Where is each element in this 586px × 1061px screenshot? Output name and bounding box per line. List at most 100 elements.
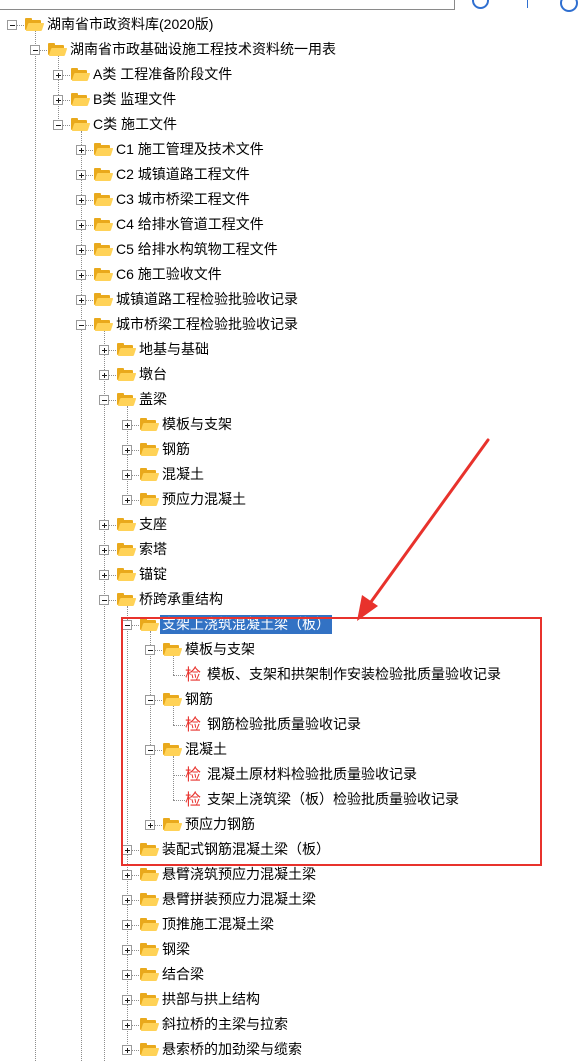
tree-node-label[interactable]: 钢梁 [160, 940, 192, 959]
tree-connector [150, 631, 151, 825]
tree-node-label[interactable]: 盖梁 [137, 390, 169, 409]
expand-toggle-icon[interactable] [122, 1020, 132, 1030]
tree-connector [173, 706, 174, 725]
expand-toggle-icon[interactable] [99, 520, 109, 530]
expand-toggle-icon[interactable] [76, 195, 86, 205]
folder-icon [139, 943, 160, 956]
tree-node-label[interactable]: 模板、支架和拱架制作安装检验批质量验收记录 [205, 665, 503, 684]
tree-node-label[interactable]: 悬臂浇筑预应力混凝土梁 [160, 865, 318, 884]
tree-node-label[interactable]: 支座 [137, 515, 169, 534]
expand-toggle-icon[interactable] [99, 570, 109, 580]
expand-toggle-icon[interactable] [122, 920, 132, 930]
tree-node-label[interactable]: B类 监理文件 [91, 90, 178, 109]
expand-toggle-icon[interactable] [76, 145, 86, 155]
tree-node-label[interactable]: 地基与基础 [137, 340, 211, 359]
tree-node-label[interactable]: 墩台 [137, 365, 169, 384]
expand-toggle-icon[interactable] [122, 870, 132, 880]
expand-toggle-icon[interactable] [122, 845, 132, 855]
tree-node-label[interactable]: 支架上浇筑梁（板）检验批质量验收记录 [205, 790, 461, 809]
tree-node-label[interactable]: 预应力混凝土 [160, 490, 248, 509]
tree-node-label[interactable]: C4 给排水管道工程文件 [114, 215, 266, 234]
folder-icon [139, 468, 160, 481]
tree-node-label[interactable]: 顶推施工混凝土梁 [160, 915, 276, 934]
expand-toggle-icon[interactable] [122, 970, 132, 980]
tree-node-label[interactable]: 模板与支架 [183, 640, 257, 659]
collapse-toggle-icon[interactable] [145, 695, 155, 705]
tree-node-label[interactable]: 混凝土 [183, 740, 229, 759]
collapse-toggle-icon[interactable] [122, 620, 132, 630]
folder-icon [116, 568, 137, 581]
folder-icon [139, 843, 160, 856]
tree-node-label[interactable]: 钢筋检验批质量验收记录 [205, 715, 363, 734]
expand-toggle-icon[interactable] [122, 1045, 132, 1055]
folder-icon [116, 543, 137, 556]
expand-toggle-icon[interactable] [122, 945, 132, 955]
tree-node-label[interactable]: 索塔 [137, 540, 169, 559]
collapse-toggle-icon[interactable] [76, 320, 86, 330]
folder-open-icon [162, 743, 183, 756]
tree-node-label[interactable]: 悬臂拼装预应力混凝土梁 [160, 890, 318, 909]
tree-node-label[interactable]: 预应力钢筋 [183, 815, 257, 834]
expand-toggle-icon[interactable] [122, 995, 132, 1005]
tree-node-label[interactable]: 拱部与拱上结构 [160, 990, 262, 1009]
collapse-toggle-icon[interactable] [145, 745, 155, 755]
tree-node-label[interactable]: A类 工程准备阶段文件 [91, 65, 234, 84]
tree-node-label[interactable]: 锚锭 [137, 565, 169, 584]
expand-toggle-icon[interactable] [99, 545, 109, 555]
tree-node-label[interactable]: 支架上浇筑混凝土梁（板） [160, 615, 332, 634]
tree-node-label[interactable]: 湖南省市政资料库(2020版) [45, 15, 215, 34]
inspection-doc-icon: 检 [185, 765, 202, 784]
expand-toggle-icon[interactable] [76, 295, 86, 305]
tree-connector [173, 725, 185, 726]
collapse-toggle-icon[interactable] [53, 120, 63, 130]
expand-toggle-icon[interactable] [76, 245, 86, 255]
tree-node-label[interactable]: C5 给排水构筑物工程文件 [114, 240, 280, 259]
tree-node-label[interactable]: C2 城镇道路工程文件 [114, 165, 252, 184]
tree-node-label[interactable]: 混凝土 [160, 465, 206, 484]
expand-toggle-icon[interactable] [122, 495, 132, 505]
expand-toggle-icon[interactable] [122, 895, 132, 905]
tree-node-label[interactable]: 斜拉桥的主梁与拉索 [160, 1015, 290, 1034]
expand-toggle-icon[interactable] [122, 445, 132, 455]
expand-toggle-icon[interactable] [122, 420, 132, 430]
collapse-toggle-icon[interactable] [7, 20, 17, 30]
tree-node-label[interactable]: 模板与支架 [160, 415, 234, 434]
tree-node-label[interactable]: C3 城市桥梁工程文件 [114, 190, 252, 209]
tree-connector [173, 775, 185, 776]
tree-node-label[interactable]: 城市桥梁工程检验批验收记录 [114, 315, 300, 334]
folder-open-icon [24, 18, 45, 31]
expand-toggle-icon[interactable] [53, 70, 63, 80]
expand-toggle-icon[interactable] [53, 95, 63, 105]
collapse-toggle-icon[interactable] [99, 395, 109, 405]
tree-node-label[interactable]: 钢筋 [160, 440, 192, 459]
tree-node-label[interactable]: 钢筋 [183, 690, 215, 709]
folder-icon [139, 418, 160, 431]
expand-toggle-icon[interactable] [76, 170, 86, 180]
expand-toggle-icon[interactable] [99, 345, 109, 355]
folder-icon [139, 1043, 160, 1056]
tree-node-label[interactable]: 结合梁 [160, 965, 206, 984]
folder-open-icon [70, 118, 91, 131]
tree-node-label[interactable]: C1 施工管理及技术文件 [114, 140, 266, 159]
folder-open-icon [162, 693, 183, 706]
tree-node-label[interactable]: 混凝土原材料检验批质量验收记录 [205, 765, 419, 784]
tree-node-label[interactable]: 城镇道路工程检验批验收记录 [114, 290, 300, 309]
tree-connector [173, 756, 174, 800]
expand-toggle-icon[interactable] [145, 820, 155, 830]
collapse-toggle-icon[interactable] [30, 45, 40, 55]
tree-node-label[interactable]: C6 施工验收文件 [114, 265, 224, 284]
folder-icon [93, 293, 114, 306]
collapse-toggle-icon[interactable] [145, 645, 155, 655]
expand-toggle-icon[interactable] [76, 220, 86, 230]
folder-icon [139, 918, 160, 931]
expand-toggle-icon[interactable] [122, 470, 132, 480]
tree-node-label[interactable]: 湖南省市政基础设施工程技术资料统一用表 [68, 40, 338, 59]
expand-toggle-icon[interactable] [99, 370, 109, 380]
folder-icon [162, 818, 183, 831]
tree-node-label[interactable]: 悬索桥的加劲梁与缆索 [160, 1040, 304, 1059]
collapse-toggle-icon[interactable] [99, 595, 109, 605]
tree-node-label[interactable]: C类 施工文件 [91, 115, 179, 134]
expand-toggle-icon[interactable] [76, 270, 86, 280]
tree-node-label[interactable]: 桥跨承重结构 [137, 590, 225, 609]
tree-node-label[interactable]: 装配式钢筋混凝土梁（板） [160, 840, 332, 859]
